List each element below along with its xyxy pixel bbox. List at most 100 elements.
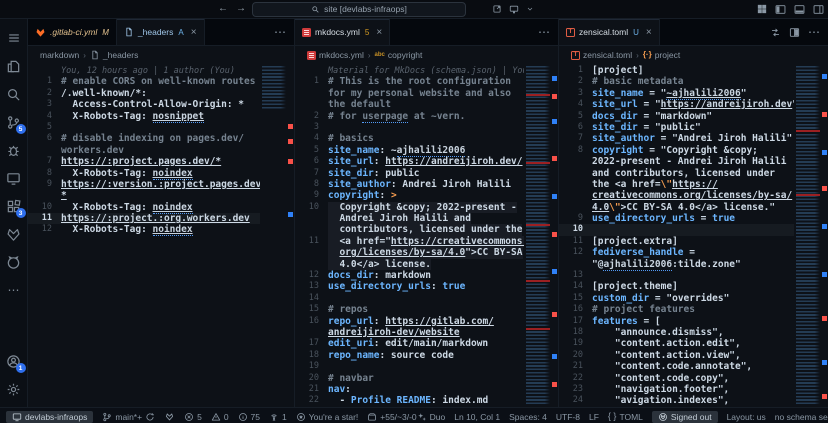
code-row[interactable]: for my personal website and also bbox=[295, 88, 524, 99]
breadcrumb-item[interactable]: markdown bbox=[40, 50, 79, 60]
code-row[interactable]: 8copyright = "Copyright &copy; bbox=[559, 145, 794, 156]
activity-item-menu[interactable] bbox=[0, 24, 28, 52]
status-item-5[interactable]: 5 bbox=[184, 412, 202, 422]
code-row[interactable]: 1[project] bbox=[559, 65, 794, 76]
code-row[interactable]: 3 bbox=[295, 122, 524, 133]
status-item-you-re-a-star-[interactable]: You're a star! bbox=[296, 412, 359, 422]
layout-sidebar-right-icon[interactable] bbox=[813, 4, 824, 15]
tab-.gitlab-ci.yml[interactable]: .gitlab-ci.ymlM bbox=[28, 19, 117, 45]
code-row[interactable]: 3site_name = "~ajhalili2006" bbox=[559, 88, 794, 99]
activity-item-gitlab[interactable] bbox=[0, 220, 28, 248]
code-row[interactable]: 12docs_dir: markdown bbox=[295, 270, 524, 281]
code-row[interactable]: 22 "content.code.copy", bbox=[559, 373, 794, 384]
activity-item-source-control[interactable]: 5 bbox=[0, 108, 28, 136]
code-row[interactable]: 4.0</a> license. bbox=[295, 259, 524, 270]
code-row[interactable]: org/licenses/by-sa/4.0">CC BY-SA bbox=[295, 247, 524, 258]
code-row[interactable]: 7https://:project.pages.dev/* bbox=[28, 156, 260, 167]
code-row[interactable]: "@ajhalili2006:tilde.zone" bbox=[559, 259, 794, 270]
code-row[interactable]: 24 "avigation.indexes", bbox=[559, 395, 794, 406]
code-row[interactable]: 13use_directory_urls: true bbox=[295, 281, 524, 292]
code-row[interactable]: 17features = [ bbox=[559, 316, 794, 327]
activity-item-more[interactable]: ⋯ bbox=[0, 276, 28, 304]
breadcrumb-item[interactable]: Tzensical.toml bbox=[571, 50, 632, 60]
breadcrumb[interactable]: mkdocs.yml›abccopyright bbox=[295, 46, 558, 64]
screencast-icon[interactable] bbox=[509, 4, 519, 14]
close-icon[interactable]: × bbox=[646, 27, 652, 38]
breadcrumb[interactable]: markdown›_headers bbox=[28, 46, 294, 64]
layout-grid-icon[interactable] bbox=[757, 4, 767, 14]
activity-item-debug[interactable] bbox=[0, 136, 28, 164]
status-item-lf[interactable]: LF bbox=[589, 412, 599, 422]
code-row[interactable]: 9use_directory_urls = true bbox=[559, 213, 794, 224]
code-row[interactable]: 10 bbox=[559, 224, 794, 235]
status-item-toml[interactable]: { }TOML bbox=[608, 412, 643, 422]
code-row[interactable]: 2# for userpage at ~vern. bbox=[295, 111, 524, 122]
editor-3[interactable]: 1[project]2# basic metadata3site_name = … bbox=[559, 64, 828, 407]
activity-item-remote-explorer[interactable] bbox=[0, 164, 28, 192]
breadcrumb-item[interactable]: _headers bbox=[90, 50, 138, 60]
code-row[interactable]: 11https://:project.:org.workers.dev bbox=[28, 213, 260, 224]
code-row[interactable]: Material for MkDocs (schema.json) | You,… bbox=[295, 65, 524, 76]
code-row[interactable]: 15# repos bbox=[295, 304, 524, 315]
code-row[interactable]: 9https://:version.:project.pages.dev/ bbox=[28, 179, 260, 190]
code-row[interactable]: 19 "content.action.edit", bbox=[559, 338, 794, 349]
status-item-spaces-4[interactable]: Spaces: 4 bbox=[509, 412, 547, 422]
activity-item-account[interactable]: 1 bbox=[0, 347, 28, 375]
code-row[interactable]: 21nav: bbox=[295, 384, 524, 395]
code-row[interactable]: 7site_author = "Andrei Jiroh Halili" bbox=[559, 133, 794, 144]
code-row[interactable]: 10 X-Robots-Tag: noindex bbox=[28, 202, 260, 213]
code-row[interactable]: 7site_dir: public bbox=[295, 168, 524, 179]
code-row[interactable]: Andrei Jiroh Halili and bbox=[295, 213, 524, 224]
code-row[interactable]: 14[project.theme] bbox=[559, 281, 794, 292]
code-row[interactable]: 9copyright: > bbox=[295, 190, 524, 201]
more-icon[interactable]: ⋯ bbox=[808, 26, 820, 38]
code-row[interactable]: 5 bbox=[28, 122, 260, 133]
tab-zensical.toml[interactable]: Tzensical.tomlU× bbox=[559, 19, 660, 45]
back-icon[interactable]: ← bbox=[218, 4, 228, 14]
code-row[interactable]: 12 X-Robots-Tag: noindex bbox=[28, 224, 260, 235]
code-row[interactable]: 2# basic metadata bbox=[559, 76, 794, 87]
code-row[interactable]: 14 bbox=[295, 293, 524, 304]
code-row[interactable]: 1# enable CORS on well-known routes bbox=[28, 76, 260, 87]
code-row[interactable]: workers.dev bbox=[28, 145, 260, 156]
status-item-duo[interactable]: Duo bbox=[417, 412, 446, 422]
code-row[interactable]: 2/.well-known/*: bbox=[28, 88, 260, 99]
code-row[interactable]: 4site_url = "https://andreijiroh.dev" bbox=[559, 99, 794, 110]
split-editor-icon[interactable] bbox=[789, 27, 800, 38]
code-row[interactable]: 17edit_uri: edit/main/markdown bbox=[295, 338, 524, 349]
tab-_headers[interactable]: _headersA× bbox=[117, 19, 205, 45]
editor-1[interactable]: You, 12 hours ago | 1 author (You)1# ena… bbox=[28, 64, 294, 407]
code-row[interactable]: 19 bbox=[295, 361, 524, 372]
code-row[interactable]: 3 Access-Control-Allow-Origin: * bbox=[28, 99, 260, 110]
activity-item-github[interactable] bbox=[0, 248, 28, 276]
open-remote-icon[interactable] bbox=[492, 4, 502, 14]
code-row[interactable]: 6site_url: https://andreijiroh.dev/ bbox=[295, 156, 524, 167]
status-item-0[interactable]: 0 bbox=[211, 412, 229, 422]
activity-item-explorer[interactable] bbox=[0, 52, 28, 80]
more-icon[interactable]: ⋯ bbox=[538, 26, 550, 38]
minimap[interactable] bbox=[262, 66, 286, 405]
code-row[interactable]: the <a href=\"https:// bbox=[559, 179, 794, 190]
code-row[interactable]: 5docs_dir = "markdown" bbox=[559, 111, 794, 122]
breadcrumb[interactable]: Tzensical.toml›{·}project bbox=[559, 46, 828, 64]
activity-item-settings[interactable] bbox=[0, 375, 28, 403]
code-row[interactable]: 16# project features bbox=[559, 304, 794, 315]
close-icon[interactable]: × bbox=[376, 27, 382, 38]
status-item-devlabs-infraops[interactable]: devlabs-infraops bbox=[6, 411, 93, 423]
code-row[interactable]: creativecommons.org/licenses/by-sa/ bbox=[559, 190, 794, 201]
status-item-no-schema-selected[interactable]: no schema selected bbox=[775, 412, 828, 422]
activity-item-search-side[interactable] bbox=[0, 80, 28, 108]
code-row[interactable]: 6# disable indexing on pages.dev/ bbox=[28, 133, 260, 144]
status-item-1[interactable]: 1 bbox=[269, 412, 287, 422]
more-icon[interactable]: ⋯ bbox=[274, 26, 286, 38]
code-row[interactable]: 15custom_dir = "overrides" bbox=[559, 293, 794, 304]
forward-icon[interactable]: → bbox=[236, 4, 246, 14]
code-row[interactable]: and contributors, licensed under bbox=[559, 168, 794, 179]
code-row[interactable]: 18 "announce.dismiss", bbox=[559, 327, 794, 338]
code-row[interactable]: 23 "navigation.footer", bbox=[559, 384, 794, 395]
close-icon[interactable]: × bbox=[191, 27, 197, 38]
code-row[interactable]: 20 "content.action.view", bbox=[559, 350, 794, 361]
code-row[interactable]: 10 Copyright &copy; 2022-present - bbox=[295, 202, 524, 213]
breadcrumb-item[interactable]: {·}project bbox=[643, 50, 680, 60]
code-row[interactable]: 2022-present - Andrei Jiroh Halili bbox=[559, 156, 794, 167]
